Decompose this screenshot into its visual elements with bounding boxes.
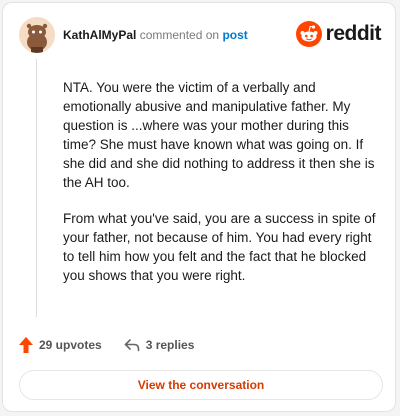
reddit-logo-icon	[295, 21, 322, 47]
snoo-avatar-icon	[19, 17, 55, 53]
comment-paragraph-2: From what you've said, you are a success…	[63, 211, 376, 283]
upvote-arrow-icon	[19, 337, 33, 353]
upvote-count: 29 upvotes	[39, 338, 102, 352]
comment-header: KathAlMyPal commented on post	[63, 28, 248, 42]
reply-arrow-icon	[124, 339, 140, 352]
replies-button[interactable]: 3 replies	[124, 338, 195, 352]
comment-paragraph-1: NTA. You were the victim of a verbally a…	[63, 80, 375, 190]
avatar[interactable]	[19, 17, 55, 53]
reddit-brand[interactable]: reddit	[295, 21, 382, 47]
upvote-button[interactable]: 29 upvotes	[19, 337, 102, 353]
comment-card: KathAlMyPal commented on post reddit NTA…	[2, 2, 396, 412]
reply-count: 3 replies	[145, 338, 195, 352]
view-conversation-button[interactable]: View the conversation	[19, 370, 383, 400]
view-conversation-label: View the conversation	[137, 378, 265, 392]
comment-actions: 29 upvotes 3 replies	[19, 337, 216, 353]
brand-name: reddit	[325, 22, 382, 45]
post-link[interactable]: post	[222, 28, 247, 42]
username[interactable]: KathAlMyPal	[63, 28, 136, 42]
thread-line	[36, 59, 37, 317]
action-text: commented on	[139, 28, 220, 42]
comment-body: NTA. You were the victim of a verbally a…	[63, 78, 383, 302]
